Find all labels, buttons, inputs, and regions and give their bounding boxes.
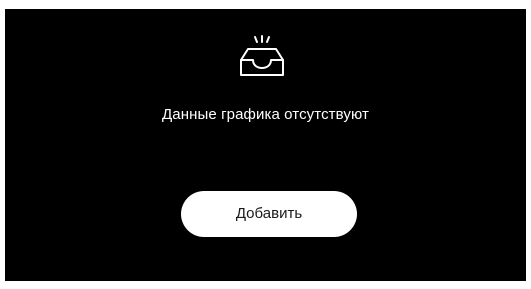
empty-state-panel: Данные графика отсутствуют Добавить [5,9,526,281]
empty-state-message: Данные графика отсутствуют [162,106,369,123]
add-button[interactable]: Добавить [181,191,357,237]
empty-tray-icon [240,35,284,76]
